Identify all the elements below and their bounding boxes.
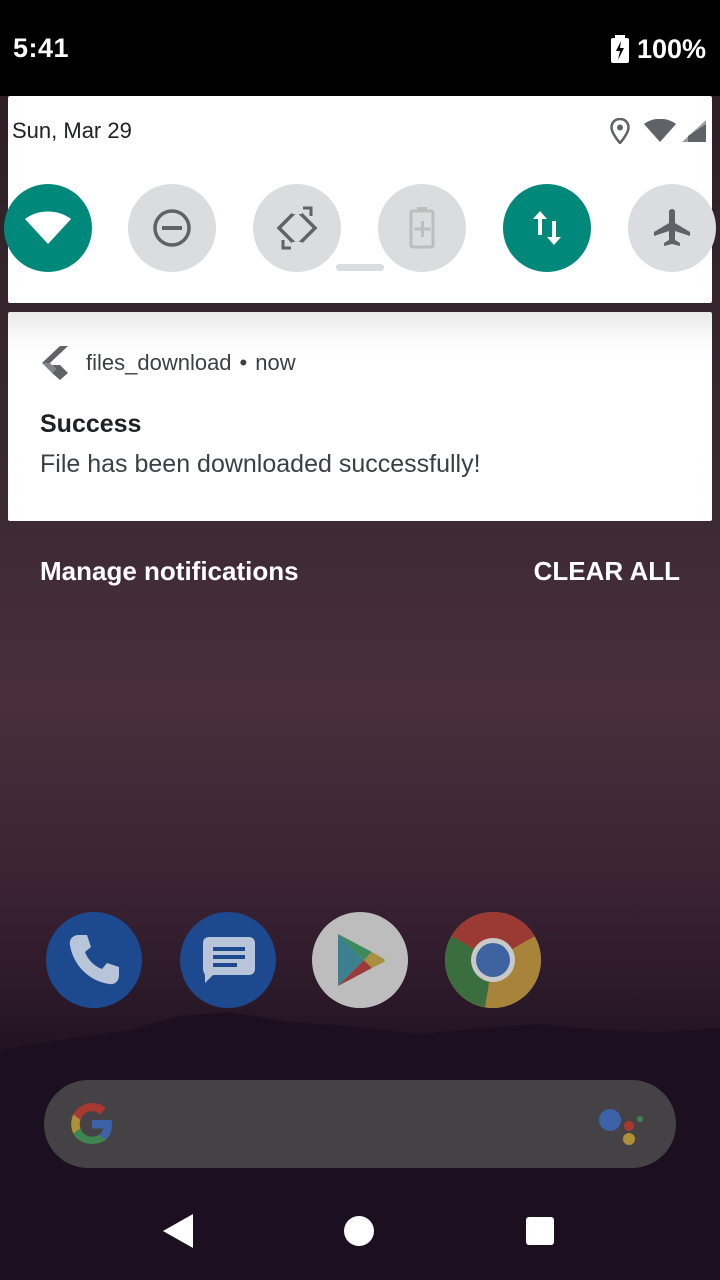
qs-date[interactable]: Sun, Mar 29 bbox=[12, 118, 132, 144]
play-store-icon bbox=[338, 934, 385, 986]
battery-percentage: 100% bbox=[636, 33, 706, 64]
google-g-icon bbox=[71, 1103, 112, 1144]
notification-card[interactable]: files_download • now Success File has be… bbox=[8, 312, 712, 521]
qs-status-icons bbox=[610, 118, 706, 144]
qs-tile-wifi[interactable] bbox=[4, 184, 92, 272]
status-bar: 5:41 100% bbox=[0, 0, 720, 96]
wifi-icon bbox=[25, 211, 71, 244]
notification-time: now bbox=[255, 350, 296, 375]
messages-app[interactable] bbox=[180, 912, 276, 1008]
notification-app-name: files_download bbox=[86, 350, 232, 375]
notification-title: Success bbox=[40, 410, 142, 438]
location-icon bbox=[610, 118, 630, 144]
status-time: 5:41 bbox=[13, 33, 70, 63]
search-bar[interactable] bbox=[44, 1080, 676, 1168]
chrome-icon bbox=[445, 912, 541, 1008]
battery-charging-icon bbox=[610, 35, 629, 63]
qs-tile-auto-rotate[interactable] bbox=[253, 184, 341, 272]
auto-rotate-icon bbox=[276, 206, 318, 250]
qs-tile-battery-saver[interactable] bbox=[378, 184, 466, 272]
notification-body: File has been downloaded successfully! bbox=[40, 450, 481, 478]
notification-separator: • bbox=[239, 350, 248, 375]
play-store-app[interactable] bbox=[312, 912, 408, 1008]
home-button[interactable] bbox=[344, 1216, 374, 1246]
cell-signal-icon bbox=[682, 120, 706, 142]
qs-tile-airplane-mode[interactable] bbox=[628, 184, 716, 272]
messages-icon bbox=[203, 937, 255, 983]
chrome-app[interactable] bbox=[445, 912, 541, 1008]
battery-saver-icon bbox=[409, 207, 435, 249]
phone-icon bbox=[69, 935, 119, 985]
assistant-icon[interactable] bbox=[598, 1106, 646, 1146]
back-button[interactable] bbox=[160, 1212, 194, 1250]
qs-tile-mobile-data[interactable] bbox=[503, 184, 591, 272]
notification-header: files_download • now bbox=[40, 346, 296, 380]
flutter-app-icon bbox=[42, 346, 68, 380]
status-right: 100% bbox=[610, 33, 706, 65]
quick-settings-panel: Sun, Mar 29 bbox=[4, 96, 716, 303]
airplane-icon bbox=[654, 209, 690, 246]
recents-button[interactable] bbox=[526, 1217, 554, 1245]
qs-tile-do-not-disturb[interactable] bbox=[128, 184, 216, 272]
wifi-signal-icon bbox=[644, 119, 676, 142]
do-not-disturb-icon bbox=[153, 209, 191, 247]
manage-notifications-button[interactable]: Manage notifications bbox=[40, 556, 299, 587]
qs-drag-handle[interactable] bbox=[336, 264, 384, 271]
mobile-data-icon bbox=[533, 211, 561, 245]
phone-app[interactable] bbox=[46, 912, 142, 1008]
clear-all-button[interactable]: CLEAR ALL bbox=[534, 556, 680, 587]
